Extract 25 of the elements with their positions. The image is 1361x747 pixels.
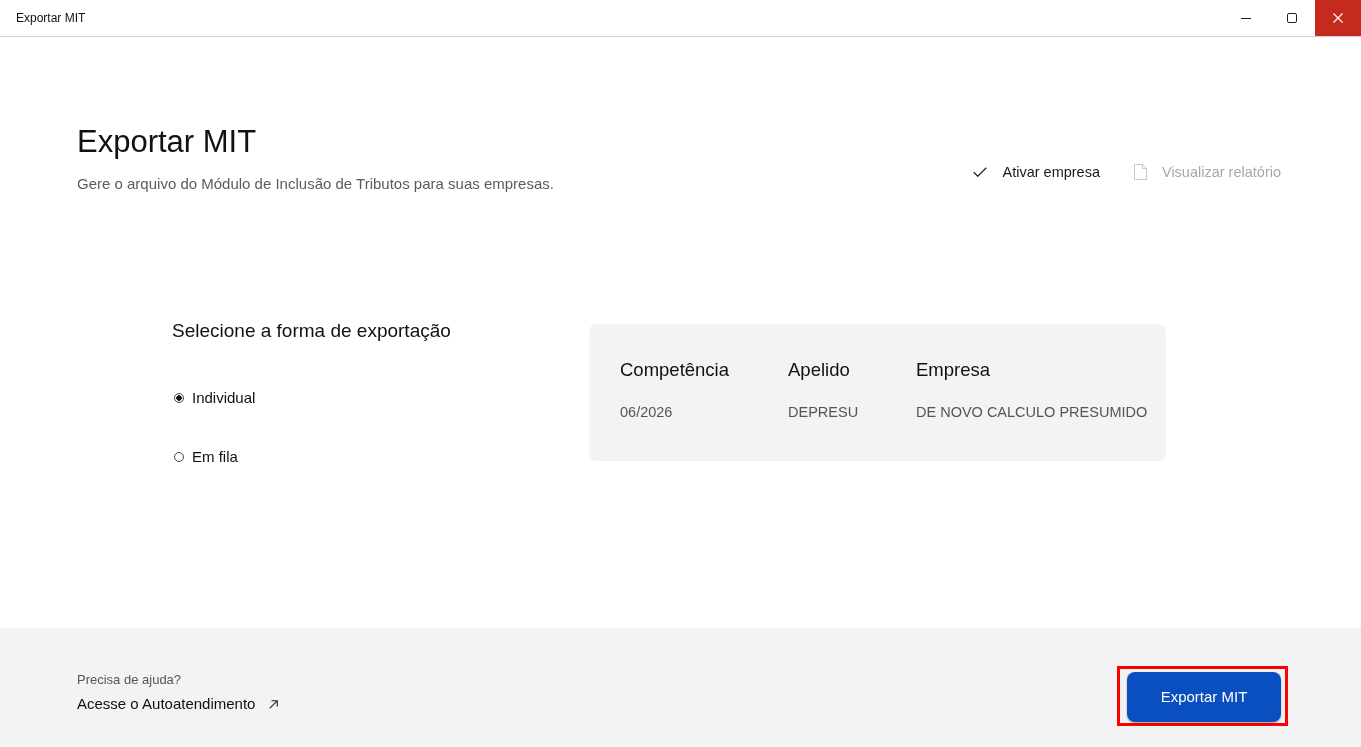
external-link-icon [269,699,279,709]
close-icon [1333,13,1343,23]
radio-button[interactable] [174,393,184,403]
check-icon [973,167,988,177]
radio-label[interactable]: Individual [192,387,256,409]
column-header: Apelido [788,358,851,382]
section-heading: Selecione a forma de exportação [172,319,452,343]
column-header: Empresa [916,358,992,382]
close-button[interactable] [1315,0,1361,36]
help-text: Precisa de ajuda? [77,671,182,689]
radio-button[interactable] [174,452,184,462]
radio-label[interactable]: Em fila [192,446,238,468]
table-cell-text: DEPRESU [788,403,860,422]
help-link[interactable]: Acesse o Autoatendimento [77,693,279,715]
page-subtitle: Gere o arquivo do Módulo de Inclusão de Tributos para suas empresas. [77,174,554,194]
page-title: Exportar MIT [77,123,258,161]
document-icon [1134,164,1147,180]
minimize-icon [1241,17,1251,19]
action-button[interactable]: Ativar empresa [973,161,1100,183]
window-title: Exportar MIT [15,10,87,27]
column-header: Competência [620,358,730,382]
table-cell-text: 06/2026 [620,403,674,422]
maximize-icon [1287,13,1297,23]
table-cell-text: DE NOVO CALCULO PRESUMIDO [916,403,1149,422]
export-button[interactable]: Exportar MIT [1127,672,1281,722]
